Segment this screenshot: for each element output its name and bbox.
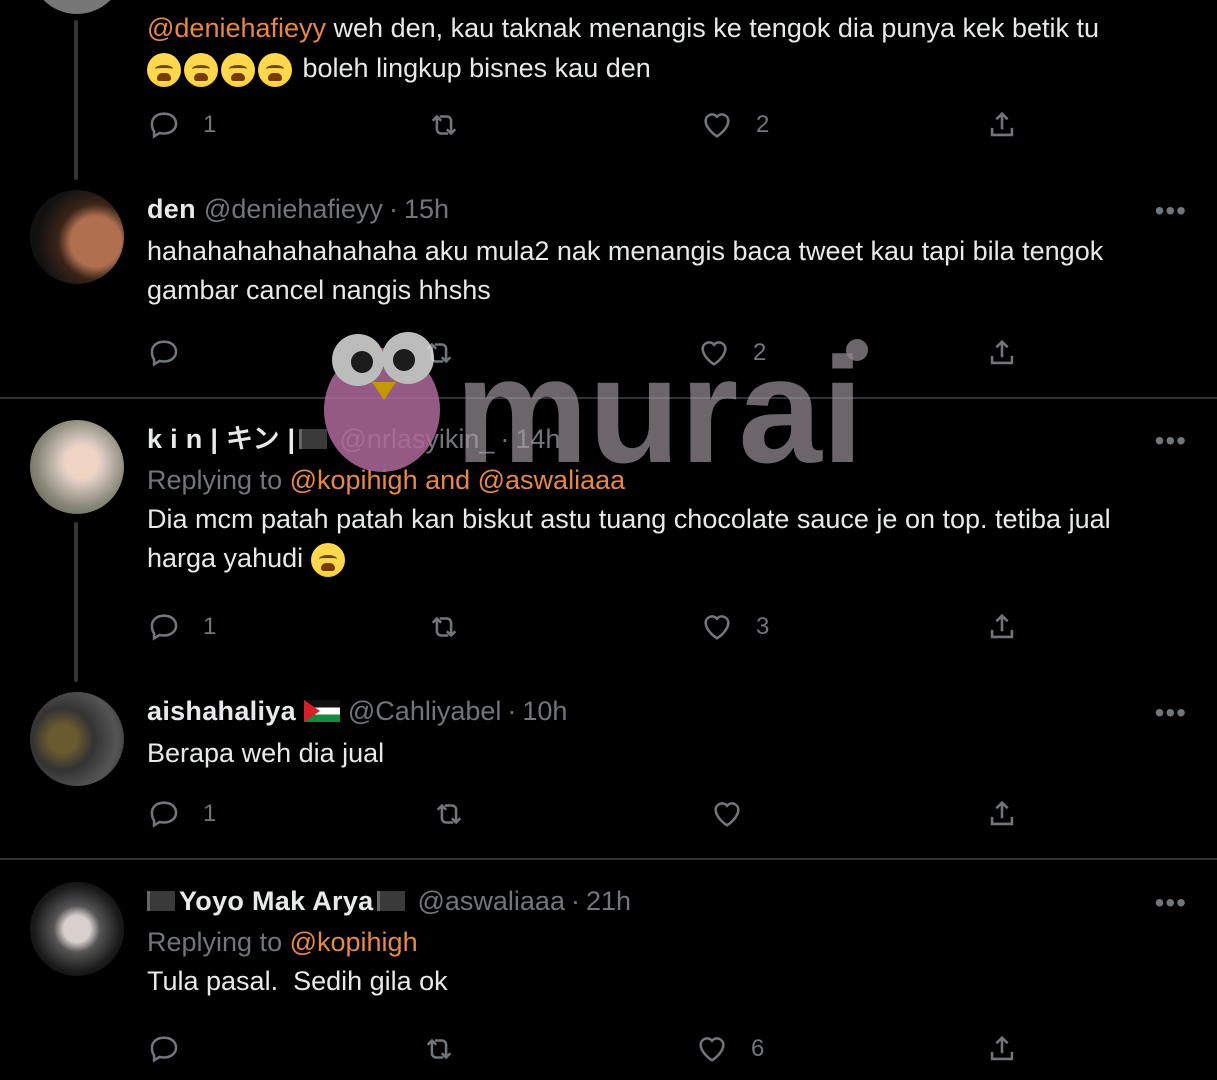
black-flag-icon xyxy=(377,891,406,911)
heart-icon xyxy=(704,113,730,138)
reply-icon xyxy=(150,112,178,139)
share-button[interactable] xyxy=(985,1032,1019,1066)
retweet-button[interactable] xyxy=(432,797,466,831)
crying-emoji-icon xyxy=(184,52,218,87)
retweet-button[interactable] xyxy=(427,610,461,644)
crying-emoji-icon xyxy=(258,52,292,87)
retweet-button[interactable] xyxy=(422,1032,456,1066)
divider xyxy=(0,858,1217,860)
avatar[interactable] xyxy=(30,190,124,284)
reply-button[interactable]: 1 xyxy=(147,797,216,831)
tweet-text: Dia mcm patah patah kan biskut astu tuan… xyxy=(147,500,1187,578)
reply-icon xyxy=(150,340,178,367)
like-button[interactable]: 6 xyxy=(695,1032,764,1066)
reply-button[interactable] xyxy=(147,336,203,370)
more-options-button[interactable]: ••• xyxy=(1155,699,1187,727)
replying-to: Replying to @kopihigh xyxy=(147,927,418,957)
share-button[interactable] xyxy=(985,797,1019,831)
divider xyxy=(0,397,1217,399)
mention-link[interactable]: @kopihigh xyxy=(290,927,418,957)
handle[interactable]: @nrlasyikin_ xyxy=(339,422,494,456)
reply-count: 1 xyxy=(203,111,217,138)
timestamp[interactable]: 14h xyxy=(515,422,560,456)
display-name[interactable]: den xyxy=(147,192,196,226)
share-icon xyxy=(990,613,1014,639)
more-options-button[interactable]: ••• xyxy=(1155,427,1187,455)
like-count: 2 xyxy=(756,111,770,138)
share-button[interactable] xyxy=(985,336,1019,370)
reply-icon xyxy=(150,1036,178,1063)
retweet-icon xyxy=(426,342,452,364)
retweet-icon xyxy=(426,1038,452,1060)
retweet-button[interactable] xyxy=(422,336,456,370)
avatar[interactable] xyxy=(30,0,124,14)
heart-icon xyxy=(704,615,730,640)
share-icon xyxy=(990,339,1014,365)
like-count: 3 xyxy=(756,613,770,640)
like-button[interactable]: 2 xyxy=(700,108,769,142)
timestamp[interactable]: 15h xyxy=(404,192,449,226)
tweet-text: Tula pasal. Sedih gila ok xyxy=(147,966,448,996)
retweet-icon xyxy=(431,114,457,136)
crying-emoji-icon xyxy=(147,52,181,87)
reply-button[interactable]: 1 xyxy=(147,610,216,644)
retweet-icon xyxy=(431,616,457,638)
black-flag-icon xyxy=(147,891,175,911)
avatar[interactable] xyxy=(30,882,124,976)
share-icon xyxy=(990,800,1014,826)
avatar[interactable] xyxy=(30,692,124,786)
reply-button[interactable] xyxy=(147,1032,181,1066)
replying-to: Replying to @kopihigh and @aswaliaaa xyxy=(147,465,626,495)
tweet-text: @deniehafieyy weh den, kau taknak menang… xyxy=(147,8,1177,88)
tweet-1[interactable]: den @deniehafieyy · 15h hahahahahahahaha… xyxy=(0,190,1217,395)
heart-icon xyxy=(699,1037,725,1062)
display-name[interactable]: k i n | キン | xyxy=(147,422,295,456)
like-button[interactable]: 2 xyxy=(697,336,766,370)
handle[interactable]: @Cahliyabel xyxy=(348,694,501,728)
like-button[interactable]: 3 xyxy=(700,610,769,644)
thread-line xyxy=(74,522,78,682)
reply-icon xyxy=(150,614,178,641)
palestine-flag-icon xyxy=(303,700,340,722)
share-icon xyxy=(990,1035,1014,1061)
reply-icon xyxy=(150,801,178,828)
reply-count: 1 xyxy=(203,800,217,827)
timestamp[interactable]: 10h xyxy=(522,694,567,728)
tweet-4[interactable]: Yoyo Mak Arya @aswaliaaa · 21h Replying … xyxy=(0,882,1217,1080)
like-count: 6 xyxy=(751,1035,765,1062)
crying-emoji-icon xyxy=(310,542,345,577)
mention-link[interactable]: @deniehafieyy xyxy=(147,13,326,43)
share-button[interactable] xyxy=(985,108,1019,142)
tweet-0[interactable]: @deniehafieyy weh den, kau taknak menang… xyxy=(0,0,1217,180)
heart-icon xyxy=(714,802,740,827)
share-button[interactable] xyxy=(985,610,1019,644)
tweet-3[interactable]: aishahaliya @Cahliyabel · 10h Berapa weh… xyxy=(0,692,1217,852)
black-flag-icon xyxy=(299,429,328,449)
tweet-text: Berapa weh dia jual xyxy=(147,738,385,768)
handle[interactable]: @aswaliaaa xyxy=(417,884,565,918)
avatar[interactable] xyxy=(30,420,124,514)
like-button[interactable] xyxy=(710,797,744,831)
retweet-icon xyxy=(436,803,462,825)
display-name[interactable]: Yoyo Mak Arya xyxy=(179,884,373,918)
more-options-button[interactable]: ••• xyxy=(1155,889,1187,917)
share-icon xyxy=(990,111,1014,137)
tweet-text: hahahahahahahahaha aku mula2 nak menangi… xyxy=(147,236,1104,305)
handle[interactable]: @deniehafieyy xyxy=(204,192,383,226)
timestamp[interactable]: 21h xyxy=(586,884,631,918)
display-name[interactable]: aishahaliya xyxy=(147,694,296,728)
retweet-button[interactable] xyxy=(427,108,461,142)
reply-count: 1 xyxy=(203,613,217,640)
tweet-2[interactable]: k i n | キン | @nrlasyikin_ · 14h Replying… xyxy=(0,420,1217,682)
reply-button[interactable]: 1 xyxy=(147,108,216,142)
like-count: 2 xyxy=(753,339,767,366)
more-options-button[interactable]: ••• xyxy=(1155,197,1187,225)
heart-icon xyxy=(701,341,727,366)
crying-emoji-icon xyxy=(221,52,255,87)
mention-link[interactable]: @kopihigh and @aswaliaaa xyxy=(290,465,626,495)
thread-line xyxy=(74,20,78,180)
